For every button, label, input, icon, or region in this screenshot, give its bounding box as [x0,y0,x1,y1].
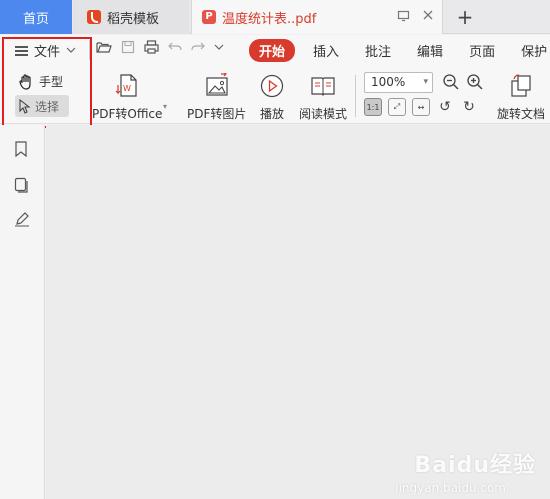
new-tab-button[interactable]: + [452,0,478,34]
quick-access-dropdown-icon[interactable] [214,44,224,51]
tab-home[interactable]: 首页 [0,0,72,34]
signature-pen-icon[interactable] [14,211,30,230]
play-label: 播放 [259,107,284,121]
undo-icon[interactable] [168,41,182,53]
float-window-icon[interactable] [397,9,410,26]
ribbon-tab-start[interactable]: 开始 [249,38,296,62]
fit-page-icon[interactable]: ⤢ [388,98,406,116]
svg-text:W: W [123,84,131,93]
highlight-box [2,37,92,128]
tab-home-label: 首页 [22,11,49,27]
rotate-document-button[interactable]: 旋转文档 [497,73,545,122]
open-folder-icon[interactable] [96,40,112,54]
pdf-to-office-label: PDF转Office [92,107,163,121]
zoom-in-icon[interactable] [466,73,484,94]
pdf-to-office-button[interactable]: W PDF转Office [92,73,162,122]
chevron-down-icon: ▾ [423,77,428,87]
ribbon-tab-protect[interactable]: 保护 [521,41,547,60]
divider [355,75,356,117]
ribbon-tab-edit[interactable]: 编辑 [417,41,443,60]
pdf-to-office-dropdown-icon[interactable]: ▾ [163,102,167,111]
rotate-document-label: 旋转文档 [497,107,546,121]
left-sidebar [0,125,45,499]
thumbnail-icon[interactable] [14,177,28,196]
daoke-logo-icon [87,10,101,24]
zoom-select[interactable]: 100% ▾ [364,72,433,93]
play-button[interactable]: 播放 [259,73,285,122]
zoom-value: 100% [371,75,406,89]
zoom-out-icon[interactable] [442,73,460,94]
pdf-to-image-button[interactable]: PDF转图片 [187,73,246,122]
rotate-document-icon [511,74,531,97]
pdf-to-image-label: PDF转图片 [187,107,247,121]
tab-pdf-label: 温度统计表..pdf [222,11,317,27]
book-icon [311,77,335,96]
save-icon[interactable] [121,40,135,54]
pdf-to-office-icon: W [115,74,137,97]
print-icon[interactable] [144,40,159,54]
image-icon [206,73,228,96]
ribbon-tab-page[interactable]: 页面 [469,41,495,60]
pdf-file-icon: P [202,10,216,24]
rotate-left-icon[interactable]: ↺ [436,98,454,116]
bookmark-icon[interactable] [14,141,28,160]
tab-bar: 首页 稻壳模板 P 温度统计表..pdf + [0,0,550,34]
tab-daoke-label: 稻壳模板 [107,11,160,27]
ribbon-tabs: 开始 插入 批注 编辑 页面 保护 [249,38,550,62]
ribbon-tab-insert[interactable]: 插入 [313,41,339,60]
rotate-right-icon[interactable]: ↻ [460,98,478,116]
fit-width-icon[interactable]: ↔ [412,98,430,116]
read-mode-label: 阅读模式 [299,107,348,121]
close-tab-icon[interactable] [422,9,434,26]
redo-icon[interactable] [191,41,205,53]
tab-daoke-templates[interactable]: 稻壳模板 [73,0,189,34]
watermark-logo: Baidu经验 [414,453,536,478]
ribbon-tab-annotate[interactable]: 批注 [365,41,391,60]
watermark-url: jingyan.baidu.com [395,481,506,495]
read-mode-button[interactable]: 阅读模式 [299,73,347,122]
document-canvas[interactable] [46,125,550,499]
play-icon [260,74,284,98]
actual-size-icon[interactable]: 1:1 [364,98,382,116]
